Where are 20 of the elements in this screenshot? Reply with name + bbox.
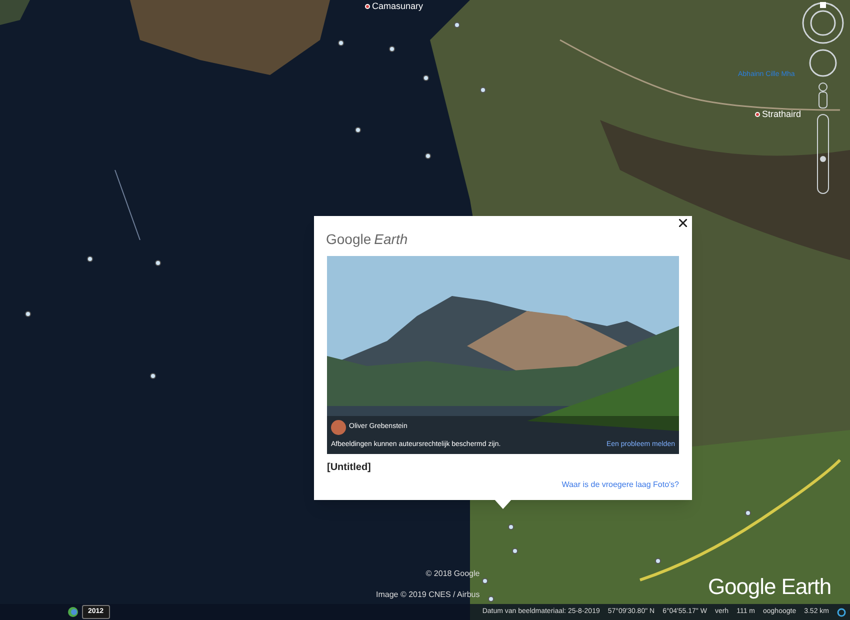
place-title: [Untitled]: [326, 461, 372, 475]
compass-icon[interactable]: [802, 2, 844, 44]
place-marker-icon[interactable]: [365, 4, 370, 10]
close-button[interactable]: [677, 217, 689, 229]
map-copyright: © 2018 Google: [426, 568, 480, 580]
place-label[interactable]: Camasunary: [372, 0, 424, 14]
loading-circle-icon: [837, 608, 846, 616]
layer-info-link[interactable]: Waar is de vroegere laag Foto's?: [562, 479, 679, 491]
app-logo: Google Earth: [708, 573, 832, 601]
place-label[interactable]: Strathaird: [762, 108, 802, 122]
close-icon: [679, 219, 687, 227]
street-view-person-icon[interactable]: [817, 82, 829, 110]
imagery-credit: Image © 2019 CNES / Airbus: [376, 589, 480, 601]
brand-logo: Google: [326, 230, 372, 249]
look-joystick-icon[interactable]: [808, 48, 838, 78]
historical-imagery-icon[interactable]: [68, 607, 78, 617]
landscape-photo[interactable]: [327, 256, 679, 454]
zoom-slider[interactable]: [817, 114, 829, 194]
brand-logo-suffix: Earth: [374, 230, 408, 249]
place-marker-icon[interactable]: [755, 112, 760, 118]
